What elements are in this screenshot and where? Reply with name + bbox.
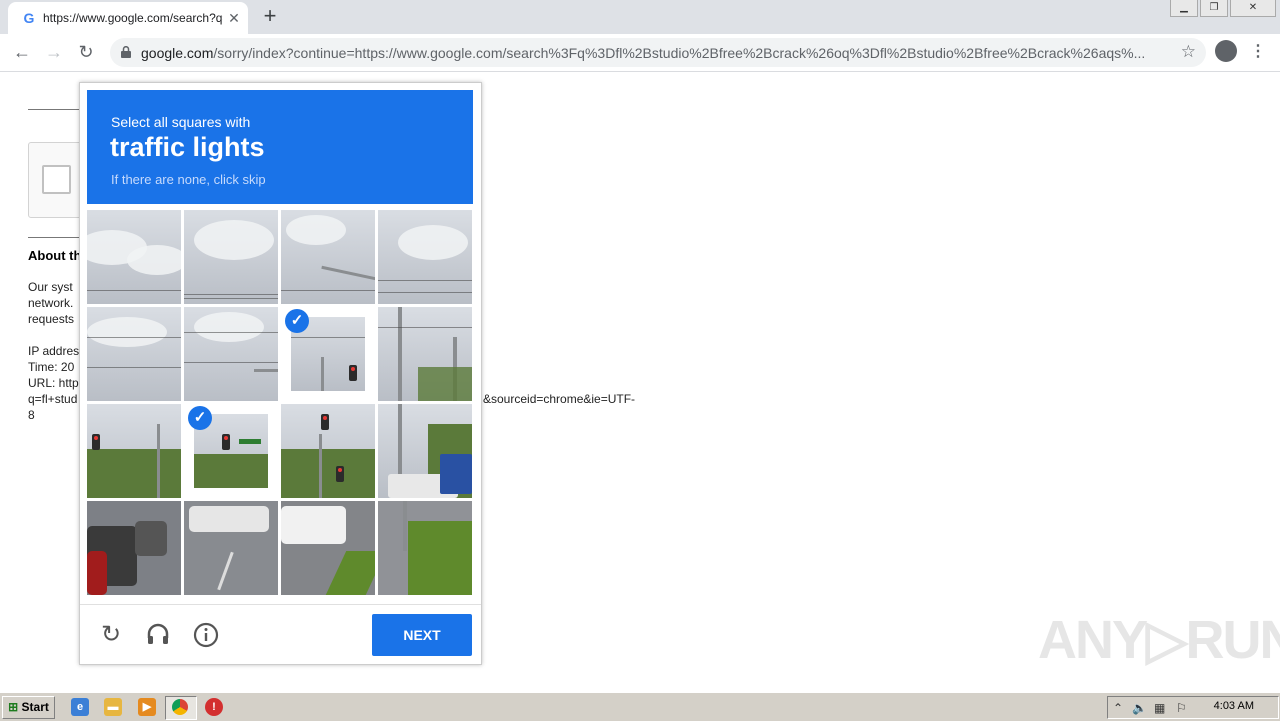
chrome-taskbar-button[interactable]: [165, 696, 197, 720]
address-bar[interactable]: google.com/sorry/index?continue=https://…: [110, 38, 1206, 67]
grid-tile[interactable]: [87, 404, 181, 498]
google-favicon-icon: G: [23, 10, 35, 26]
grid-tile[interactable]: [87, 210, 181, 304]
grid-tile[interactable]: [184, 210, 278, 304]
url-end-line: 8: [28, 408, 35, 422]
grid-tile[interactable]: [87, 307, 181, 401]
ip-address-line: IP addres: [28, 344, 80, 358]
time-line: Time: 20: [28, 360, 75, 374]
taskbar: ⊞ Start e ▬ ▶ ! ⌃ 🔈 ▦ ⚐ 4:03 AM: [0, 692, 1280, 721]
start-label: Start: [21, 700, 49, 714]
menu-dots-icon[interactable]: ⋮: [1250, 40, 1266, 64]
volume-icon[interactable]: 🔈: [1132, 701, 1147, 715]
paragraph-line: requests: [28, 312, 75, 326]
grid-tile[interactable]: [87, 501, 181, 595]
paragraph-line: network.: [28, 296, 74, 310]
close-window-button[interactable]: ✕: [1230, 0, 1276, 17]
grid-tile[interactable]: [184, 307, 278, 401]
url-domain: google.com: [141, 45, 214, 61]
bookmark-star-icon[interactable]: ☆: [1181, 42, 1196, 62]
next-button[interactable]: NEXT: [372, 614, 472, 656]
antivirus-alert-icon[interactable]: !: [205, 698, 223, 716]
tab-strip: G https://www.google.com/search?q= ✕ + ▁…: [0, 0, 1280, 34]
recaptcha-checkbox[interactable]: [42, 165, 71, 194]
forward-arrow-icon[interactable]: →: [42, 40, 66, 64]
target-object: traffic lights: [110, 132, 265, 162]
grid-tile[interactable]: [281, 404, 375, 498]
grid-tile[interactable]: [378, 307, 472, 401]
audio-challenge-icon[interactable]: [145, 622, 171, 648]
grid-tile[interactable]: [378, 210, 472, 304]
instruction-text: Select all squares with: [111, 114, 251, 130]
captcha-challenge: Select all squares with traffic lights I…: [79, 82, 482, 665]
url-path: /sorry/index?continue=https://www.google…: [213, 45, 1146, 61]
browser-tab[interactable]: G https://www.google.com/search?q= ✕: [8, 2, 248, 34]
grid-tile[interactable]: [281, 501, 375, 595]
challenge-footer: ↻ NEXT: [80, 604, 481, 665]
url-line: URL: http: [28, 376, 79, 390]
internet-explorer-icon[interactable]: e: [71, 698, 89, 716]
tray-expand-icon[interactable]: ⌃: [1113, 701, 1123, 715]
back-arrow-icon[interactable]: ←: [10, 40, 34, 64]
hint-text: If there are none, click skip: [111, 172, 266, 187]
selected-check-icon: ✓: [188, 406, 212, 430]
system-tray: ⌃ 🔈 ▦ ⚐ 4:03 AM: [1107, 696, 1279, 719]
reload-challenge-icon[interactable]: ↻: [98, 622, 124, 648]
query-line: q=fl+stud: [28, 392, 78, 406]
lock-icon: [121, 46, 131, 58]
grid-tile[interactable]: [184, 501, 278, 595]
reload-icon[interactable]: ↻: [74, 40, 98, 64]
url-text: google.com/sorry/index?continue=https://…: [141, 45, 1161, 61]
selected-check-icon: ✓: [285, 309, 309, 333]
url-tail: &sourceid=chrome&ie=UTF-: [483, 392, 636, 406]
new-tab-button[interactable]: +: [259, 5, 281, 27]
tab-title: https://www.google.com/search?q=: [43, 11, 223, 25]
paragraph-line: Our syst: [28, 280, 73, 294]
grid-tile[interactable]: [378, 501, 472, 595]
windows-logo-icon: ⊞: [8, 700, 19, 714]
image-grid: [87, 210, 473, 596]
media-player-icon[interactable]: ▶: [138, 698, 156, 716]
grid-tile[interactable]: [378, 404, 472, 498]
restore-button[interactable]: ❐: [1200, 0, 1228, 17]
tab-close-icon[interactable]: ✕: [226, 10, 242, 26]
folder-icon[interactable]: ▬: [104, 698, 122, 716]
challenge-header: Select all squares with traffic lights I…: [87, 90, 473, 204]
anyrun-watermark: ANY▷RUN: [1038, 610, 1280, 670]
browser-toolbar: ← → ↻ google.com/sorry/index?continue=ht…: [0, 34, 1280, 72]
window-controls: ▁ ❐ ✕: [1170, 0, 1276, 18]
info-icon[interactable]: [193, 622, 219, 648]
grid-tile[interactable]: [281, 210, 375, 304]
action-center-flag-icon[interactable]: ⚐: [1176, 701, 1187, 715]
chrome-icon: [172, 699, 188, 715]
profile-avatar-icon[interactable]: [1215, 40, 1237, 62]
clock[interactable]: 4:03 AM: [1214, 700, 1254, 712]
network-icon[interactable]: ▦: [1154, 701, 1165, 715]
about-heading: About th: [28, 248, 82, 263]
minimize-button[interactable]: ▁: [1170, 0, 1198, 17]
start-button[interactable]: ⊞ Start: [2, 696, 55, 719]
